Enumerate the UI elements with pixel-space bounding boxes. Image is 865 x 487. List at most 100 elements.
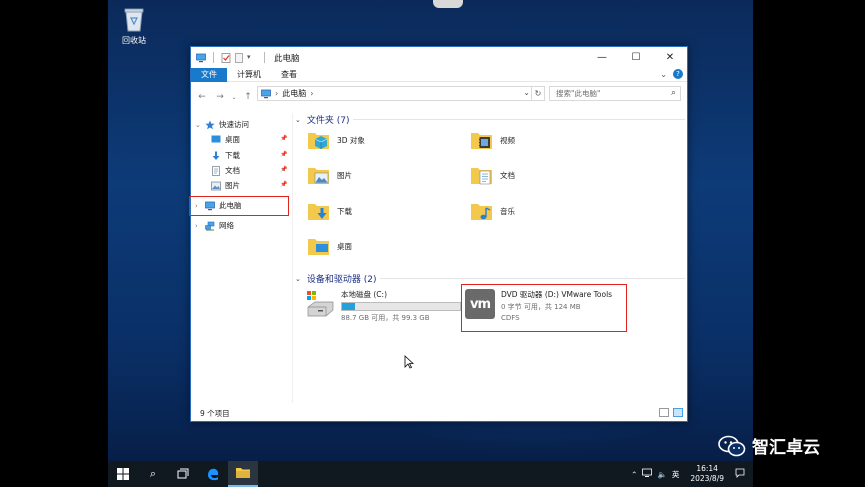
capacity-fill (342, 303, 355, 310)
quick-access-toolbar: ▾ 此电脑 (191, 52, 300, 64)
status-bar: 9 个项目 (191, 405, 687, 421)
minimize-button[interactable]: — (585, 47, 619, 68)
network-tray-icon[interactable] (642, 468, 653, 480)
folder-3d-objects[interactable]: 3D 对象 (307, 129, 365, 151)
folder-documents[interactable]: 文档 (470, 164, 515, 186)
folder-picture-icon (307, 164, 331, 186)
folder-label: 下载 (337, 206, 352, 216)
help-icon[interactable]: ? (673, 69, 683, 79)
pin-icon[interactable]: 📌 (280, 181, 287, 188)
nav-label: 图片 (225, 181, 240, 190)
pin-icon[interactable]: 📌 (280, 151, 287, 158)
expand-ribbon-icon[interactable]: ⌄ (660, 70, 667, 79)
pin-icon[interactable]: 📌 (280, 135, 287, 142)
desktop-icon (211, 135, 221, 144)
hard-drive-icon (305, 289, 335, 319)
maximize-button[interactable]: ☐ (619, 47, 653, 68)
capacity-bar (341, 302, 461, 311)
clock-date: 2023/8/9 (690, 474, 724, 483)
group-header-folders[interactable]: ⌄ 文件夹 (7) (295, 113, 350, 127)
search-input[interactable]: 搜索"此电脑" ⌕ (549, 86, 681, 101)
breadcrumb-this-pc[interactable]: 此电脑 (282, 88, 306, 99)
folder-desktop[interactable]: 桌面 (307, 235, 352, 257)
refresh-icon[interactable]: ↻ (531, 87, 544, 100)
breadcrumb-separator[interactable]: › (275, 89, 278, 98)
search-placeholder: 搜索"此电脑" (556, 89, 601, 98)
address-history-dropdown[interactable]: ⌄ (523, 88, 530, 97)
ribbon-tabs: 文件 计算机 查看 ⌄ ? (191, 67, 687, 82)
watermark-text: 智汇卓云 (752, 438, 820, 458)
up-icon[interactable]: ↑ (241, 92, 255, 102)
content-pane: ⌄ 文件夹 (7) 3D 对象 视频 图片 文档 下载 音乐 桌面 ⌄ 设备和驱… (295, 113, 685, 403)
windows-logo-icon (117, 468, 129, 480)
divider (380, 278, 685, 279)
taskbar: ⌕ ⌃ 🔈 英 16:14 2023/8/9 (108, 461, 753, 487)
mouse-cursor-icon (404, 355, 415, 369)
customize-dropdown-icon[interactable]: ▾ (247, 53, 257, 63)
nav-label: 下载 (225, 151, 240, 160)
recent-locations-icon[interactable]: ⌄ (231, 94, 237, 101)
wechat-logo-icon (718, 435, 746, 457)
new-folder-icon[interactable] (234, 52, 244, 63)
nav-label: 快速访问 (219, 120, 249, 129)
file-explorer-icon[interactable] (228, 461, 258, 487)
collapse-chevron-icon[interactable]: ⌄ (295, 116, 301, 124)
notification-icon[interactable] (735, 468, 745, 480)
details-view-icon[interactable] (659, 408, 669, 417)
address-bar[interactable]: › 此电脑 › ⌄ ↻ (257, 86, 545, 101)
edge-browser-icon[interactable] (198, 461, 228, 487)
system-tray: ⌃ 🔈 英 16:14 2023/8/9 (631, 461, 753, 487)
properties-icon[interactable] (221, 52, 231, 63)
nav-item-downloads[interactable]: 下载 (211, 150, 240, 161)
volume-muted-icon[interactable]: 🔈 (657, 470, 666, 479)
nav-item-documents[interactable]: 文档 (211, 165, 240, 176)
input-language[interactable]: 英 (672, 469, 680, 480)
back-icon[interactable]: ← (195, 92, 209, 102)
this-pc-icon (196, 53, 206, 63)
navigation-pane: ⌄ 快速访问 桌面 📌 下载 📌 文档 📌 图片 📌 › 此电脑 › 网络 (189, 113, 291, 403)
task-view-icon[interactable] (168, 461, 198, 487)
folder-videos[interactable]: 视频 (470, 129, 515, 151)
tab-view[interactable]: 查看 (271, 68, 307, 82)
breadcrumb-separator[interactable]: › (310, 89, 313, 98)
nav-quick-access[interactable]: ⌄ 快速访问 (195, 119, 249, 130)
folder-label: 文档 (500, 170, 515, 180)
collapse-chevron-icon[interactable]: ⌄ (195, 121, 201, 129)
show-hidden-icons-icon[interactable]: ⌃ (631, 470, 637, 479)
search-icon[interactable]: ⌕ (138, 461, 168, 487)
nav-item-network[interactable]: › 网络 (195, 220, 234, 231)
group-title: 文件夹 (7) (306, 116, 350, 126)
clock[interactable]: 16:14 2023/8/9 (690, 464, 724, 484)
group-header-drives[interactable]: ⌄ 设备和驱动器 (2) (295, 272, 377, 286)
nav-item-desktop[interactable]: 桌面 (211, 134, 240, 145)
tiles-view-icon[interactable] (673, 408, 683, 417)
tab-file[interactable]: 文件 (191, 67, 227, 82)
forward-icon[interactable]: → (213, 92, 227, 102)
vm-toolbar-tab[interactable] (433, 0, 463, 8)
expand-chevron-icon[interactable]: › (195, 222, 201, 230)
search-icon[interactable]: ⌕ (671, 88, 676, 98)
folder-downloads[interactable]: 下载 (307, 200, 352, 222)
tab-computer[interactable]: 计算机 (227, 68, 271, 82)
folder-music[interactable]: 音乐 (470, 200, 515, 222)
folder-download-icon (307, 200, 331, 222)
divider (264, 52, 265, 63)
recycle-bin-label: 回收站 (122, 36, 146, 45)
ribbon-right-controls: ⌄ ? (660, 69, 683, 79)
pin-icon[interactable]: 📌 (280, 166, 287, 173)
start-button[interactable] (108, 461, 138, 487)
folder-label: 音乐 (500, 206, 515, 216)
pane-divider[interactable] (292, 113, 293, 403)
close-button[interactable]: ✕ (653, 47, 687, 68)
highlight-box (461, 284, 627, 332)
collapse-chevron-icon[interactable]: ⌄ (295, 275, 301, 283)
download-icon (211, 151, 221, 160)
folder-pictures[interactable]: 图片 (307, 164, 352, 186)
nav-item-pictures[interactable]: 图片 (211, 180, 240, 191)
network-icon (205, 221, 215, 231)
this-pc-icon (261, 89, 271, 99)
watermark: 智汇卓云 (718, 433, 820, 458)
title-bar[interactable]: ▾ 此电脑 — ☐ ✕ (191, 47, 687, 68)
recycle-bin[interactable]: 回收站 (114, 6, 154, 46)
drive-c[interactable]: 本地磁盘 (C:) 88.7 GB 可用，共 99.3 GB (305, 289, 461, 323)
